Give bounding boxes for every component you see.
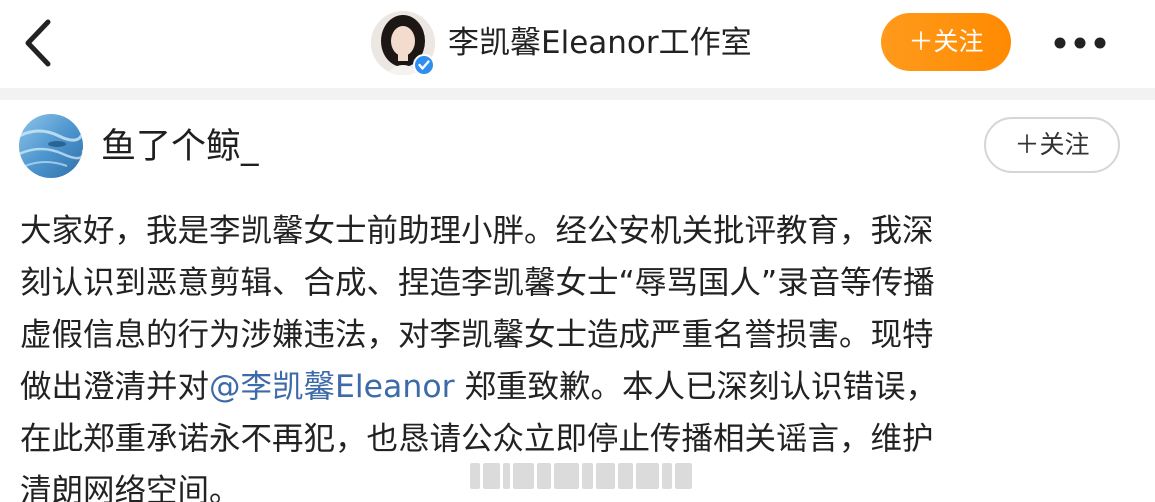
account-name[interactable]: 李凯馨Eleanor工作室 bbox=[448, 20, 752, 66]
chevron-left-icon bbox=[25, 19, 51, 67]
more-options-button[interactable] bbox=[1048, 26, 1112, 60]
post-line-with-mention: 做出澄清并对@李凯馨Eleanor 郑重致歉。本人已深刻认识错误， bbox=[20, 361, 1140, 413]
post-line: 虚假信息的行为涉嫌违法，对李凯馨女士造成严重名誉损害。现特 bbox=[20, 317, 934, 353]
post-text-segment: 做出澄清并对 bbox=[20, 369, 210, 405]
mention-link[interactable]: @李凯馨Eleanor bbox=[209, 369, 455, 405]
more-dots-icon bbox=[1054, 37, 1106, 49]
post-text-segment: 郑重致歉。本人已深刻认识错误， bbox=[454, 369, 938, 405]
top-bar: 李凯馨Eleanor工作室 ＋关注 bbox=[0, 0, 1155, 88]
follow-author-button[interactable]: ＋关注 bbox=[984, 117, 1120, 173]
verified-badge-icon bbox=[413, 54, 435, 76]
post-line: 大家好，我是李凯馨女士前助理小胖。经公安机关批评教育，我深 bbox=[20, 213, 934, 249]
weibo-post-screen: 李凯馨Eleanor工作室 ＋关注 鱼了个鲸_ ＋关注 大家好，我是李凯馨女士前… bbox=[0, 0, 1155, 502]
back-button[interactable] bbox=[18, 18, 62, 68]
author-avatar[interactable] bbox=[19, 114, 83, 178]
follow-studio-button[interactable]: ＋关注 bbox=[881, 13, 1011, 71]
author-name[interactable]: 鱼了个鲸_ bbox=[101, 124, 259, 170]
section-divider bbox=[0, 88, 1155, 100]
blurred-watermark bbox=[470, 458, 692, 494]
post-line: 刻认识到恶意剪辑、合成、捏造李凯馨女士“辱骂国人”录音等传播 bbox=[20, 265, 935, 301]
